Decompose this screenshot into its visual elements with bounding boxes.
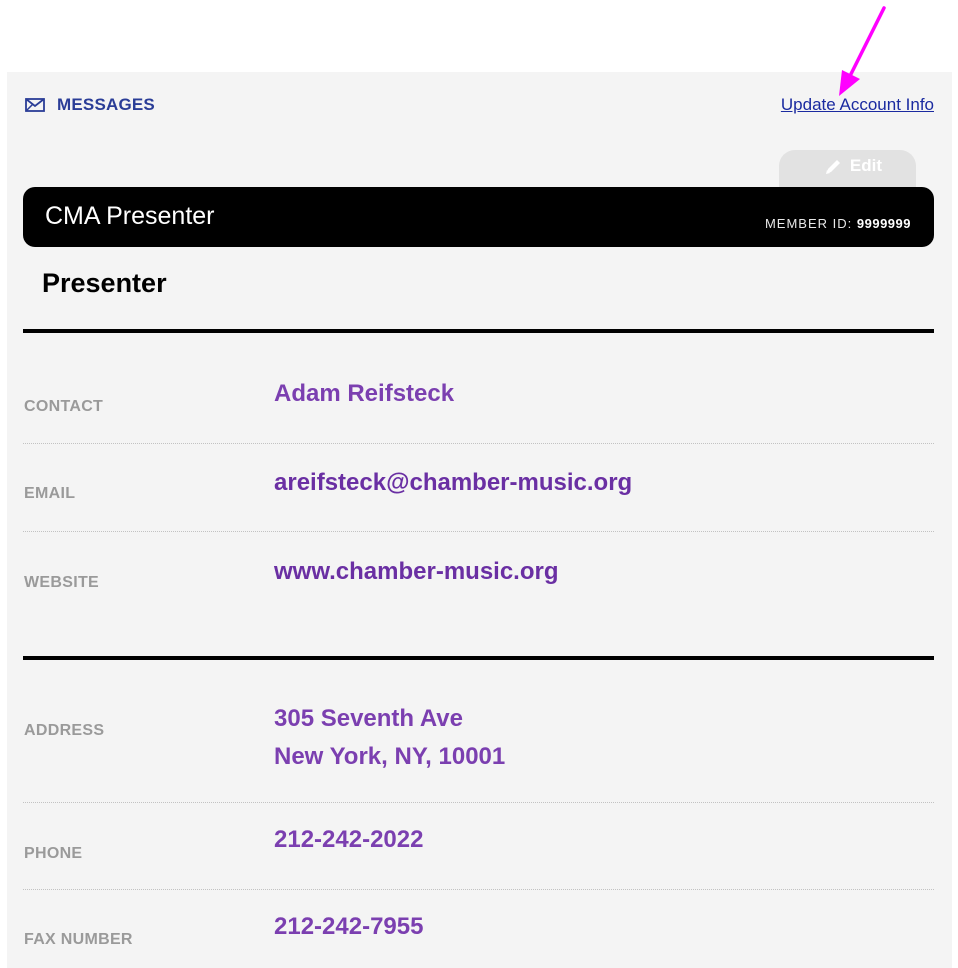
fax-label: FAX NUMBER — [24, 931, 133, 948]
row-divider — [23, 531, 934, 532]
annotation-arrow-icon — [839, 6, 886, 96]
contact-label: CONTACT — [24, 398, 104, 415]
row-divider — [23, 802, 934, 803]
edit-button[interactable]: Edit — [779, 150, 916, 190]
section-divider — [23, 656, 934, 660]
address-line2: New York, NY, 10001 — [274, 743, 506, 770]
member-header-bar: CMA Presenter MEMBER ID: 9999999 — [23, 187, 934, 247]
envelope-icon — [25, 98, 45, 112]
messages-label: MESSAGES — [57, 95, 155, 114]
address-label: ADDRESS — [24, 722, 105, 739]
edit-label: Edit — [849, 156, 882, 175]
website-link[interactable]: www.chamber-music.org — [274, 555, 559, 589]
member-type-heading: Presenter — [42, 268, 167, 298]
row-divider — [23, 443, 934, 444]
address-line1: 305 Seventh Ave — [274, 705, 463, 732]
section-divider — [23, 329, 934, 333]
website-label: WEBSITE — [24, 574, 99, 591]
update-account-info-link[interactable]: Update Account Info — [781, 95, 934, 115]
phone-value: 212-242-2022 — [274, 826, 424, 853]
fax-value: 212-242-7955 — [274, 913, 424, 940]
pencil-icon — [825, 160, 840, 174]
member-id: MEMBER ID: 9999999 — [765, 216, 911, 231]
phone-label: PHONE — [24, 845, 83, 862]
email-label: EMAIL — [24, 485, 76, 502]
row-divider — [23, 889, 934, 890]
member-id-label: MEMBER ID: — [764, 216, 853, 231]
messages-link[interactable]: MESSAGES — [25, 95, 155, 115]
contact-value: Adam Reifsteck — [274, 380, 455, 407]
member-id-value: 9999999 — [856, 216, 911, 231]
email-link[interactable]: areifsteck@chamber-music.org — [274, 466, 632, 500]
member-name: CMA Presenter — [45, 202, 215, 230]
